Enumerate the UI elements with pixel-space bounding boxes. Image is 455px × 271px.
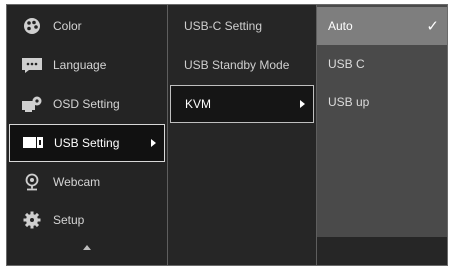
menu-item-osd-setting[interactable]: OSD Setting (7, 85, 167, 123)
menu-item-setup[interactable]: Setup (7, 201, 167, 239)
submenu-arrow-icon (300, 100, 305, 108)
menu-item-usb-setting[interactable]: USB Setting (9, 124, 165, 162)
osd-menu: Color Language OSD Setting USB Setting W… (6, 4, 448, 266)
submenu-arrow-icon (151, 139, 156, 147)
menu-item-label: Setup (53, 213, 85, 227)
webcam-icon (21, 173, 43, 191)
menu-item-label: OSD Setting (53, 97, 120, 111)
checkmark-icon: ✓ (426, 18, 439, 35)
option-usb-c[interactable]: USB C (317, 45, 447, 83)
menu-item-label: Language (53, 58, 107, 72)
osd-gear-icon (21, 95, 43, 113)
menu-item-language[interactable]: Language (7, 46, 167, 84)
submenu-item-usb-c-setting[interactable]: USB-C Setting (168, 7, 316, 45)
usb-monitor-icon (22, 134, 44, 152)
option-label: USB C (328, 57, 365, 71)
menu-item-color[interactable]: Color (7, 7, 167, 45)
submenu-item-usb-standby-mode[interactable]: USB Standby Mode (168, 46, 316, 84)
submenu-item-label: USB-C Setting (184, 19, 263, 33)
options-panel: Auto ✓ USB C USB up (317, 5, 447, 265)
option-auto[interactable]: Auto ✓ (317, 7, 447, 45)
option-usb-up[interactable]: USB up (317, 83, 447, 121)
up-arrow-icon[interactable] (83, 245, 91, 250)
menu-item-webcam[interactable]: Webcam (7, 163, 167, 201)
menu-item-label: USB Setting (54, 136, 120, 150)
color-palette-icon (21, 17, 43, 35)
options-footer (317, 237, 447, 265)
option-label: Auto (328, 19, 353, 33)
submenu-item-label: KVM (185, 97, 212, 111)
option-label: USB up (328, 95, 370, 109)
menu-item-label: Webcam (53, 175, 101, 189)
menu-item-label: Color (53, 19, 82, 33)
submenu-item-kvm[interactable]: KVM (170, 85, 314, 123)
submenu-item-label: USB Standby Mode (184, 58, 290, 72)
sub-menu: USB-C Setting USB Standby Mode KVM (168, 5, 316, 265)
language-speech-icon (21, 56, 43, 74)
setup-gear-icon (21, 211, 43, 229)
main-menu: Color Language OSD Setting USB Setting W… (7, 5, 167, 265)
